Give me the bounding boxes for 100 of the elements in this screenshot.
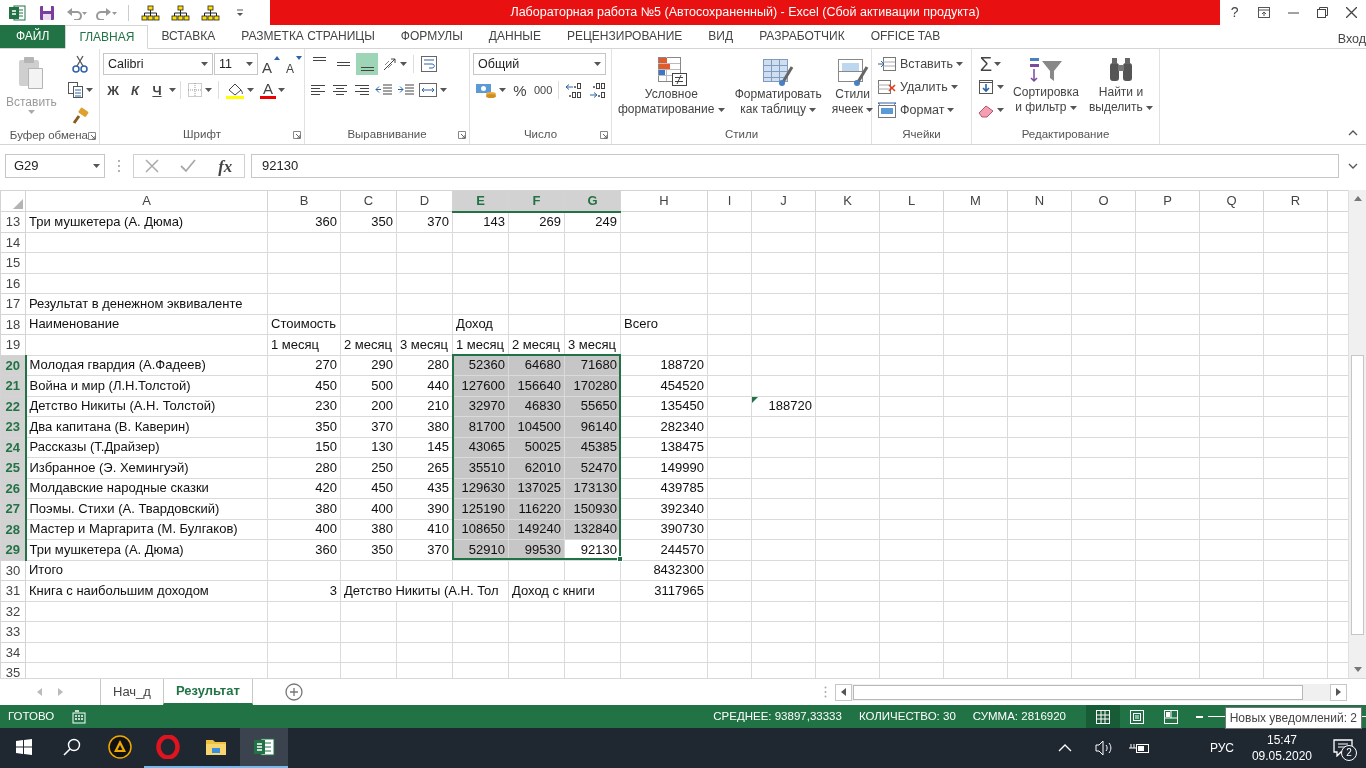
sheet-tab[interactable]: Результат	[162, 679, 253, 705]
font-size-field[interactable]: 11	[214, 53, 258, 75]
scroll-left-icon[interactable]	[841, 688, 846, 696]
thousands-button[interactable]: 000	[532, 79, 555, 101]
wrap-text-button[interactable]	[418, 53, 440, 75]
underline-button[interactable]: Ч	[147, 79, 167, 101]
column-header[interactable]: P	[1135, 190, 1200, 212]
fill-handle[interactable]	[616, 556, 623, 562]
format-as-table-button[interactable]: Форматировать как таблицу	[731, 53, 825, 126]
font-color-button[interactable]: A	[258, 79, 287, 101]
undo-icon[interactable]	[66, 5, 88, 20]
row-header[interactable]: 23	[0, 416, 26, 437]
dialog-launcher-icon[interactable]	[293, 131, 301, 139]
help-button[interactable]: ?	[1220, 0, 1250, 25]
dialog-launcher-icon[interactable]	[600, 131, 608, 139]
row-header[interactable]: 30	[0, 560, 26, 581]
column-header[interactable]: D	[396, 190, 453, 212]
insert-function-button[interactable]: fx	[216, 157, 235, 175]
ribbon-tab[interactable]: OFFICE TAB	[857, 25, 954, 48]
autosum-button[interactable]: Σ	[975, 53, 1007, 75]
row-header[interactable]: 24	[0, 437, 26, 458]
column-header[interactable]: E	[452, 190, 509, 212]
scroll-right-icon[interactable]	[1336, 688, 1341, 696]
row-header[interactable]: 20	[0, 355, 26, 376]
scrollbar-thumb[interactable]	[1351, 355, 1364, 635]
clock[interactable]: 15:47 09.05.2020	[1243, 732, 1320, 764]
ribbon-tab[interactable]: РАЗРАБОТЧИК	[746, 25, 858, 48]
zoom-out-icon[interactable]	[1196, 715, 1203, 718]
bold-button[interactable]: Ж	[103, 79, 123, 101]
row-header[interactable]: 17	[0, 293, 26, 314]
column-header[interactable]: A	[25, 190, 268, 212]
insert-cells-button[interactable]: Вставить	[875, 53, 968, 75]
macro-record-icon[interactable]	[72, 709, 87, 724]
speaker-icon[interactable]	[1093, 740, 1114, 756]
ribbon-tab[interactable]: ДАННЫЕ	[475, 25, 554, 48]
row-header[interactable]: 21	[0, 375, 26, 396]
column-header[interactable]: Q	[1199, 190, 1264, 212]
view-button[interactable]	[1086, 705, 1120, 728]
save-icon[interactable]	[39, 4, 55, 21]
scroll-down-icon[interactable]	[1354, 667, 1362, 672]
ribbon-tab[interactable]: РАЗМЕТКА СТРАНИЦЫ	[228, 25, 388, 48]
italic-button[interactable]: К	[125, 79, 145, 101]
dialog-launcher-icon[interactable]	[88, 131, 96, 140]
column-header[interactable]: L	[879, 190, 944, 212]
row-header[interactable]: 28	[0, 519, 26, 540]
percent-button[interactable]: %	[510, 79, 530, 101]
column-header[interactable]: B	[267, 190, 341, 212]
show-hidden-icons-icon[interactable]	[1057, 744, 1072, 752]
row-header[interactable]: 15	[0, 252, 26, 273]
ribbon-tab[interactable]: ВИД	[695, 25, 747, 48]
row-header[interactable]: 25	[0, 457, 26, 478]
power-icon[interactable]	[1127, 741, 1150, 755]
add-sheet-icon[interactable]	[284, 683, 303, 701]
column-header[interactable]: G	[564, 190, 621, 212]
ribbon-tab[interactable]: ФАЙЛ	[0, 25, 66, 48]
taskbar-app[interactable]	[240, 728, 288, 768]
find-select-button[interactable]: Найти и выделить	[1085, 53, 1156, 126]
align-bottom-button[interactable]	[356, 53, 378, 75]
ribbon-tab[interactable]: ГЛАВНАЯ	[65, 25, 149, 49]
ribbon-tab[interactable]: ВСТАВКА	[148, 25, 229, 48]
ribbon-tab[interactable]: ФОРМУЛЫ	[387, 25, 476, 48]
sort-filter-button[interactable]: Сортировка и фильтр	[1010, 53, 1082, 126]
scroll-up-icon[interactable]	[1354, 196, 1362, 201]
row-header[interactable]: 16	[0, 273, 26, 294]
grow-font-button[interactable]: A	[260, 53, 282, 75]
column-header[interactable]: N	[1007, 190, 1072, 212]
column-header[interactable]: I	[707, 190, 752, 212]
org-chart-icon[interactable]	[140, 4, 160, 21]
row-header[interactable]: 18	[0, 314, 26, 335]
delete-cells-button[interactable]: Удалить	[875, 76, 968, 98]
column-header[interactable]: O	[1071, 190, 1136, 212]
column-header[interactable]: M	[943, 190, 1008, 212]
column-header[interactable]: C	[340, 190, 397, 212]
formula-field[interactable]: 92130	[251, 154, 1339, 178]
row-header[interactable]: 32	[0, 601, 26, 622]
shrink-font-button[interactable]: A	[284, 53, 305, 75]
collapse-ribbon-icon[interactable]	[1348, 130, 1358, 136]
row-header[interactable]: 13	[0, 211, 26, 232]
row-header[interactable]: 19	[0, 334, 26, 355]
row-header[interactable]: 26	[0, 478, 26, 499]
column-header[interactable]: K	[815, 190, 880, 212]
row-header[interactable]: 34	[0, 642, 26, 663]
customize-toolbar-icon[interactable]	[236, 8, 244, 17]
column-header[interactable]: F	[508, 190, 565, 212]
row-header[interactable]: 31	[0, 580, 26, 601]
row-header[interactable]: 14	[0, 232, 26, 253]
scrollbar-thumb[interactable]	[853, 684, 1303, 700]
org-chart-icon[interactable]	[200, 4, 220, 21]
column-header[interactable]: H	[620, 190, 708, 212]
windows-logo-icon[interactable]	[16, 739, 32, 755]
column-header[interactable]: R	[1263, 190, 1328, 212]
cell-styles-button[interactable]: Стили ячеек	[828, 53, 877, 126]
ribbon-tab[interactable]: РЕЦЕНЗИРОВАНИЕ	[553, 25, 696, 48]
format-cells-button[interactable]: Формат	[875, 99, 968, 121]
notification-icon[interactable]	[1333, 739, 1353, 757]
language-indicator[interactable]: РУС	[1199, 739, 1244, 757]
sign-in-link[interactable]: Вход	[1337, 25, 1366, 48]
row-header[interactable]: 29	[0, 539, 26, 560]
search-icon[interactable]	[63, 738, 81, 756]
check-icon[interactable]	[178, 158, 197, 174]
